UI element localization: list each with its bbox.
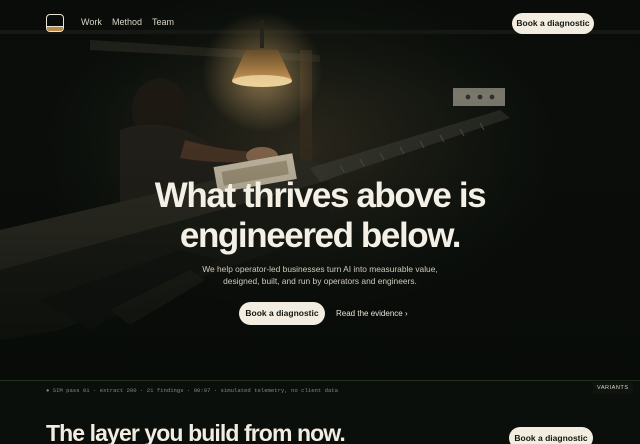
section-book-diagnostic-button[interactable]: Book a diagnostic (509, 427, 593, 444)
hero-subheading-line-2: designed, built, and run by operators an… (223, 276, 417, 286)
read-evidence-link[interactable]: Read the evidence › (336, 309, 408, 318)
hero-subheading: We help operator-led businesses turn AI … (0, 263, 640, 287)
telemetry-text: SIM pass 01 · extract 200 · 21 findings … (49, 387, 339, 394)
brand-logo[interactable] (46, 14, 64, 32)
nav-link-work[interactable]: Work (81, 17, 102, 27)
hero-headline-line-1: What thrives above is (154, 176, 487, 215)
nav-link-method[interactable]: Method (112, 17, 142, 27)
top-nav: Work Method Team Book a diagnostic (0, 0, 640, 46)
telemetry-readout: ● SIM pass 01 · extract 200 · 21 finding… (46, 387, 338, 394)
hero-headline: What thrives above is engineered below. (0, 176, 640, 256)
nav-link-team[interactable]: Team (152, 17, 174, 27)
hero-subheading-line-1: We help operator-led businesses turn AI … (202, 264, 438, 274)
hero-book-diagnostic-button[interactable]: Book a diagnostic (239, 302, 325, 325)
logo-bar (47, 26, 63, 31)
hero-headline-line-2: engineered below. (179, 216, 462, 255)
nav-book-diagnostic-button[interactable]: Book a diagnostic (512, 13, 594, 34)
variants-toggle[interactable]: VARIANTS (593, 382, 633, 394)
section-title: The layer you build from now. (46, 420, 346, 444)
telemetry-strip: ● SIM pass 01 · extract 200 · 21 finding… (0, 380, 640, 402)
